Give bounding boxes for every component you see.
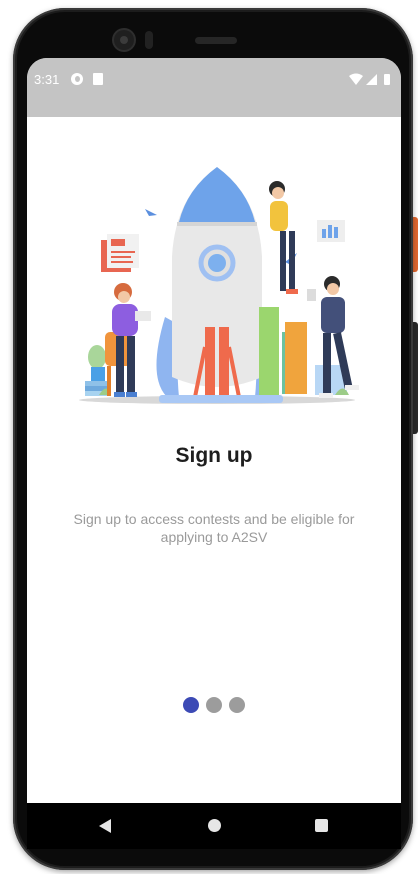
onboarding-page: Sign up Sign up to access contests and b…: [27, 117, 401, 803]
screen: 3:31 Sign up Sign up to access contests …: [27, 58, 401, 803]
page-indicator: [27, 697, 401, 713]
recents-icon[interactable]: [315, 819, 328, 832]
status-right-icons: [349, 73, 390, 85]
bar-chart-pillars: [259, 307, 279, 395]
proximity-sensor: [145, 31, 153, 49]
page-dot-3[interactable]: [229, 697, 245, 713]
power-button: [413, 217, 418, 272]
page-title: Sign up: [175, 444, 253, 467]
status-time: 3:31: [34, 72, 60, 87]
page-dot-1[interactable]: [183, 697, 199, 713]
status-bar: 3:31: [27, 58, 401, 117]
front-camera: [114, 30, 134, 50]
home-icon[interactable]: [208, 819, 221, 832]
battery-icon: [384, 74, 390, 85]
page-dot-2[interactable]: [206, 697, 222, 713]
paper-plane-icon: [145, 209, 157, 216]
rocket-launch-illustration: [79, 167, 359, 404]
navigation-bar: [27, 803, 401, 849]
woman-on-pillar-figure: [269, 181, 298, 294]
volume-button: [413, 322, 418, 434]
woman-with-book-figure: [112, 283, 151, 397]
cell-signal-icon: [366, 74, 377, 85]
earpiece-speaker: [195, 37, 237, 44]
back-icon[interactable]: [99, 819, 111, 833]
sd-card-icon: [93, 73, 103, 85]
sync-icon: [71, 73, 83, 85]
wifi-icon: [349, 73, 363, 85]
plant-icon: [88, 345, 106, 369]
page-description: Sign up to access contests and be eligib…: [73, 511, 355, 545]
